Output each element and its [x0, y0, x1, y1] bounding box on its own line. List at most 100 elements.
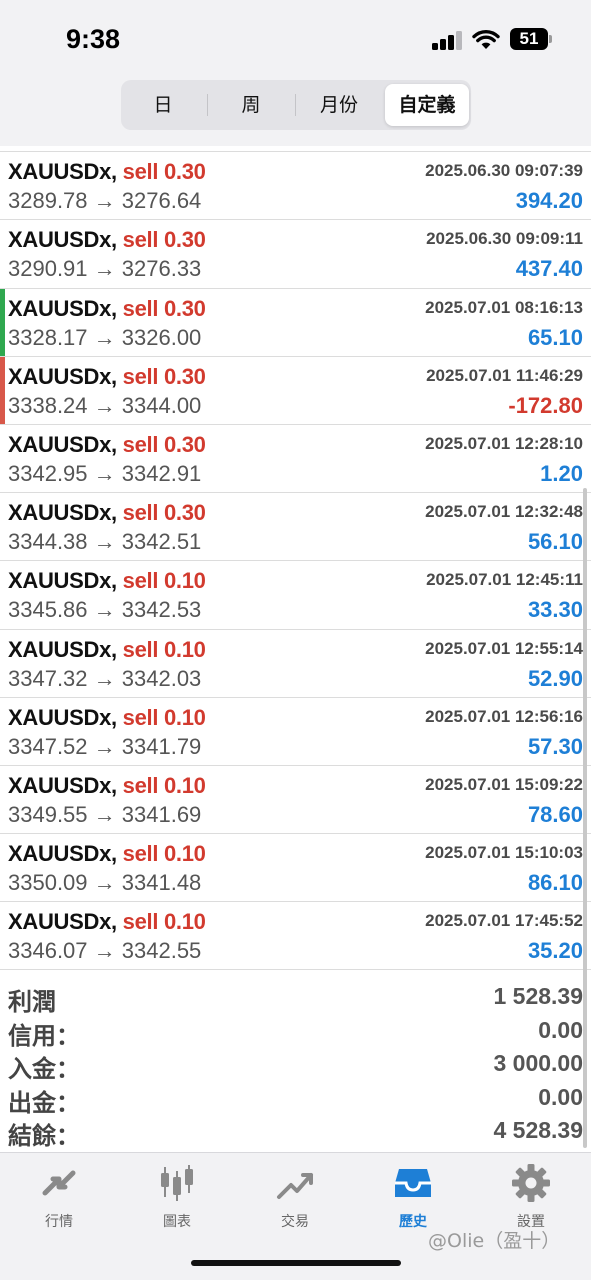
trade-profit: 65.10 — [527, 324, 583, 350]
quotes-icon — [42, 1170, 76, 1196]
trade-symbol: XAUUSDx, sell 0.30 — [8, 295, 206, 321]
trade-symbol: XAUUSDx, sell 0.30 — [8, 363, 206, 389]
trade-symbol: XAUUSDx, sell 0.10 — [8, 772, 206, 798]
trade-time: 2025.07.01 15:09:22 — [425, 774, 583, 794]
trade-profit: 33.30 — [527, 597, 583, 623]
trade-prices: 3289.78 → 3276.64 — [8, 188, 202, 214]
trade-row[interactable]: XAUUSDx, sell 0.30 2025.07.01 12:32:48 3… — [0, 493, 591, 562]
trade-profit: 86.10 — [527, 870, 583, 896]
status-time: 9:38 — [66, 24, 121, 54]
trade-time: 2025.07.01 17:45:52 — [425, 911, 583, 931]
battery-tip — [549, 35, 552, 43]
loss-marker — [0, 356, 5, 424]
cellular-signal-icon — [432, 30, 464, 50]
trade-icon — [277, 1173, 313, 1199]
trade-row[interactable]: XAUUSDx, sell 0.10 2025.07.01 15:09:22 3… — [0, 765, 591, 835]
home-indicator[interactable] — [191, 1260, 401, 1266]
segment-divider — [295, 94, 296, 116]
trade-symbol: XAUUSDx, sell 0.30 — [8, 431, 206, 457]
scroll-indicator[interactable] — [583, 488, 587, 1148]
watermark-text: @Olie（盈十） — [428, 1230, 561, 1252]
trade-symbol: XAUUSDx, sell 0.30 — [8, 500, 206, 526]
trade-prices: 3349.55 → 3341.69 — [8, 801, 202, 827]
tab-custom[interactable]: 自定義 — [385, 84, 469, 126]
trade-row[interactable]: XAUUSDx, sell 0.10 2025.07.01 12:55:14 3… — [0, 629, 591, 698]
nav-label: 圖表 — [163, 1214, 191, 1230]
summary-value: 1 528.39 — [493, 983, 583, 1009]
trade-profit: 56.10 — [527, 529, 583, 555]
summary-profit: 利潤 1 528.39 — [0, 980, 591, 1016]
trade-prices: 3350.09 → 3341.48 — [8, 870, 202, 896]
trade-time: 2025.07.01 15:10:03 — [425, 843, 583, 863]
chart-icon — [161, 1165, 193, 1201]
trade-profit: 35.20 — [527, 938, 583, 964]
tab-day[interactable]: 日 — [121, 84, 205, 126]
nav-history[interactable]: 歷史 — [354, 1163, 472, 1231]
summary-value: 4 528.39 — [493, 1117, 583, 1143]
trade-symbol: XAUUSDx, sell 0.10 — [8, 568, 206, 594]
summary-deposit: 入金： 3 000.00 — [0, 1047, 591, 1083]
nav-quotes[interactable]: 行情 — [0, 1163, 118, 1231]
summary-label: 入金： — [8, 1055, 80, 1083]
nav-label: 行情 — [45, 1214, 73, 1230]
trade-row[interactable]: XAUUSDx, sell 0.30 2025.06.30 09:09:11 3… — [0, 220, 591, 289]
wifi-icon — [472, 29, 500, 49]
trade-prices: 3290.91 → 3276.33 — [8, 256, 202, 282]
tab-week[interactable]: 周 — [209, 84, 293, 126]
profit-marker — [0, 288, 5, 356]
trade-symbol: XAUUSDx, sell 0.10 — [8, 636, 206, 662]
trade-prices: 3347.52 → 3341.79 — [8, 733, 202, 759]
trade-time: 2025.07.01 12:45:11 — [426, 570, 583, 590]
trade-profit: -172.80 — [508, 392, 583, 418]
top-header: 9:38 51 日 周 月份 自定義 — [0, 0, 591, 146]
trade-profit: 52.90 — [527, 665, 583, 691]
history-icon — [395, 1169, 431, 1197]
trade-profit: 1.20 — [540, 460, 583, 486]
nav-label: 交易 — [281, 1214, 309, 1230]
trade-row[interactable]: XAUUSDx, sell 0.30 2025.06.30 09:07:39 3… — [0, 152, 591, 221]
trade-row[interactable]: XAUUSDx, sell 0.30 2025.07.01 11:46:29 3… — [0, 356, 591, 425]
trade-profit: 394.20 — [515, 188, 583, 214]
trade-prices: 3345.86 → 3342.53 — [8, 597, 202, 623]
nav-chart[interactable]: 圖表 — [118, 1163, 236, 1231]
trade-prices: 3338.24 → 3344.00 — [8, 392, 202, 418]
trade-prices: 3328.17 → 3326.00 — [8, 324, 202, 350]
trade-prices: 3346.07 → 3342.55 — [8, 938, 202, 964]
trade-symbol: XAUUSDx, sell 0.10 — [8, 841, 206, 867]
trade-row[interactable]: XAUUSDx, sell 0.10 2025.07.01 17:45:52 3… — [0, 902, 591, 971]
trade-time: 2025.06.30 09:07:39 — [425, 161, 583, 181]
account-summary: 利潤 1 528.39 信用： 0.00 入金： 3 000.00 出金： 0.… — [0, 980, 591, 1150]
trade-prices: 3347.32 → 3342.03 — [8, 665, 202, 691]
trade-time: 2025.07.01 11:46:29 — [426, 365, 583, 385]
status-bar: 9:38 51 — [0, 0, 591, 78]
nav-settings[interactable]: 設置 — [472, 1163, 590, 1231]
trade-time: 2025.07.01 08:16:13 — [425, 297, 583, 317]
summary-label: 利潤 — [8, 988, 56, 1016]
summary-credit: 信用： 0.00 — [0, 1014, 591, 1050]
tab-month[interactable]: 月份 — [297, 84, 381, 126]
trade-time: 2025.07.01 12:32:48 — [425, 502, 583, 522]
battery-icon: 51 — [510, 28, 548, 50]
trade-history-list: 3281.46 → 3266.17 444.80 XAUUSDx, sell 0… — [0, 84, 591, 971]
period-segmented-control: 日 周 月份 自定義 — [121, 80, 471, 130]
trade-row[interactable]: XAUUSDx, sell 0.30 2025.07.01 08:16:13 3… — [0, 288, 591, 357]
trade-symbol: XAUUSDx, sell 0.10 — [8, 704, 206, 730]
trade-symbol: XAUUSDx, sell 0.10 — [8, 909, 206, 935]
trade-time: 2025.07.01 12:55:14 — [425, 638, 583, 658]
summary-label: 結餘： — [8, 1122, 80, 1150]
summary-label: 出金： — [8, 1088, 80, 1117]
trade-row[interactable]: XAUUSDx, sell 0.10 2025.07.01 12:45:11 3… — [0, 561, 591, 630]
trade-time: 2025.07.01 12:56:16 — [425, 706, 583, 726]
trade-profit: 57.30 — [527, 733, 583, 759]
trade-row[interactable]: XAUUSDx, sell 0.30 2025.07.01 12:28:10 3… — [0, 424, 591, 494]
summary-balance: 結餘： 4 528.39 — [0, 1114, 591, 1150]
trade-symbol: XAUUSDx, sell 0.30 — [8, 227, 206, 253]
trade-row[interactable]: XAUUSDx, sell 0.10 2025.07.01 12:56:16 3… — [0, 697, 591, 766]
summary-value: 0.00 — [538, 1083, 583, 1110]
trade-profit: 437.40 — [515, 256, 583, 282]
trade-row[interactable]: XAUUSDx, sell 0.10 2025.07.01 15:10:03 3… — [0, 834, 591, 903]
segment-divider — [207, 94, 208, 116]
trade-time: 2025.06.30 09:09:11 — [426, 229, 583, 249]
nav-trade[interactable]: 交易 — [236, 1163, 354, 1231]
trade-symbol: XAUUSDx, sell 0.30 — [8, 159, 206, 185]
